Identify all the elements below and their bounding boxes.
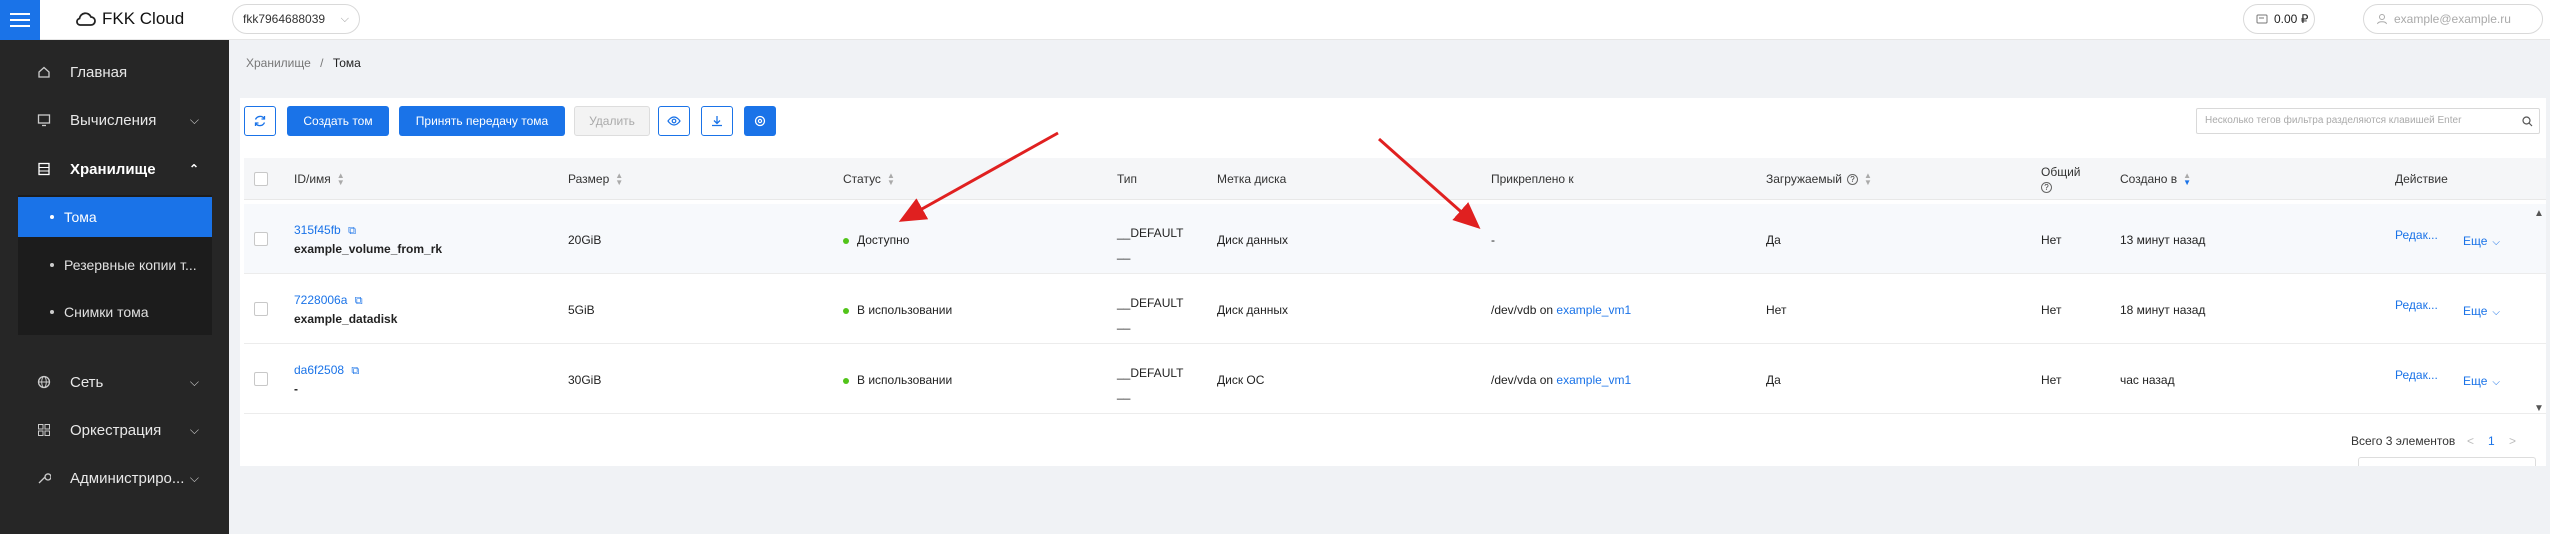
annotation-arrows [898, 131, 1481, 229]
annotation-arrow-attached [1378, 137, 1481, 229]
annotation-arrow-status [898, 131, 1059, 222]
